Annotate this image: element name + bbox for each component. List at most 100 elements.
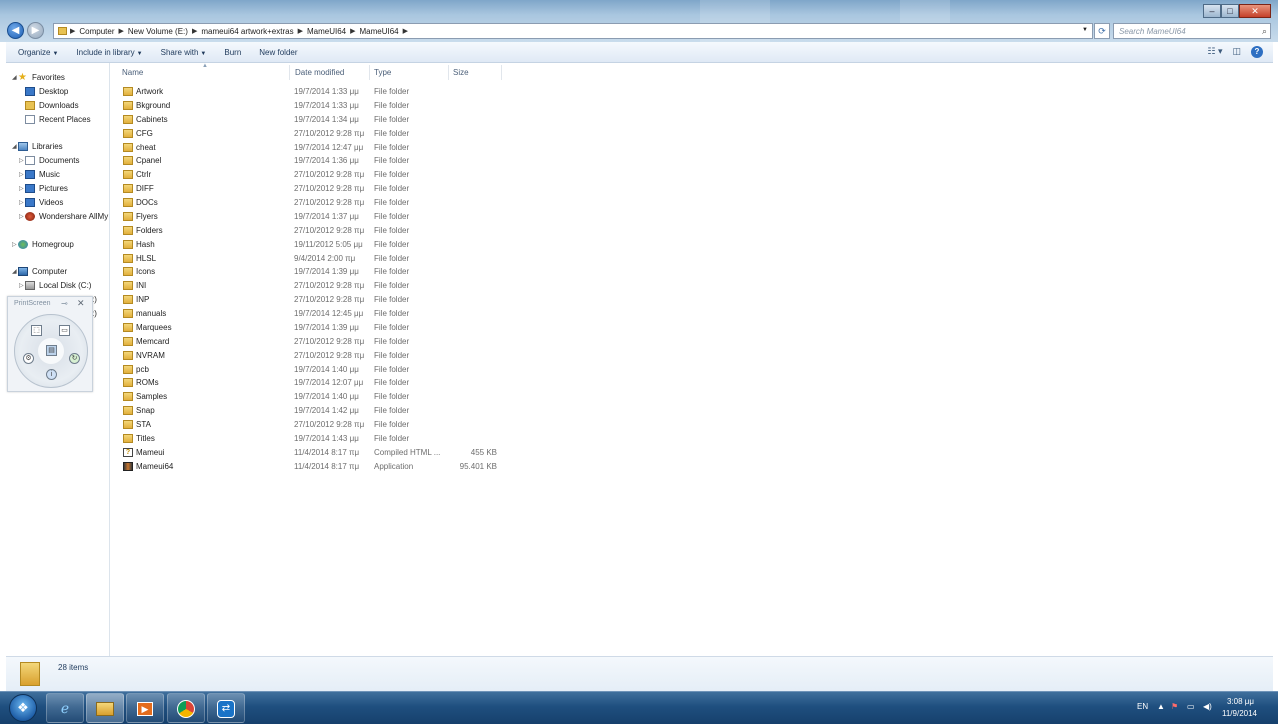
file-row[interactable]: Cabinets 19/7/2014 1:34 μμ File folder <box>119 114 509 126</box>
file-list[interactable]: ▲ Name Date modified Type Size Artwork 19… <box>111 63 1273 656</box>
column-header-type[interactable]: Type <box>374 68 391 77</box>
network-icon[interactable]: ▭ <box>1187 702 1195 711</box>
file-row[interactable]: HLSL 9/4/2014 2:00 πμ File folder <box>119 253 509 265</box>
language-indicator[interactable]: EN <box>1137 702 1148 711</box>
breadcrumb-separator-icon[interactable]: ▶ <box>192 27 197 35</box>
column-divider[interactable] <box>448 65 449 80</box>
collapse-arrow-icon[interactable]: ▷ <box>19 157 24 164</box>
preview-pane-icon[interactable]: ◫ <box>1232 46 1241 58</box>
nav-wondershare[interactable]: Wondershare AllMy <box>25 210 109 222</box>
file-row[interactable]: manuals 19/7/2014 12:45 μμ File folder <box>119 308 509 320</box>
new-folder-button[interactable]: New folder <box>259 48 297 57</box>
clock-time[interactable]: 3:08 μμ <box>1227 697 1254 706</box>
taskbar-media-player[interactable]: ▶ <box>126 693 164 723</box>
file-row[interactable]: ? Mameui 11/4/2014 8:17 πμ Compiled HTML ..… <box>119 447 509 459</box>
file-row[interactable]: NVRAM 27/10/2012 9:28 πμ File folder <box>119 350 509 362</box>
nav-documents[interactable]: Documents <box>25 154 125 166</box>
breadcrumb-computer[interactable]: Computer <box>79 27 114 36</box>
file-row[interactable]: Hash 19/11/2012 5:05 μμ File folder <box>119 239 509 251</box>
nav-drive-partial[interactable]: :) <box>92 307 104 319</box>
file-row[interactable]: Marquees 19/7/2014 1:39 μμ File folder <box>119 322 509 334</box>
clock-date[interactable]: 11/9/2014 <box>1222 709 1257 718</box>
expand-arrow-icon[interactable]: ◢ <box>12 268 17 275</box>
breadcrumb-new-volume[interactable]: New Volume (E:) <box>128 27 188 36</box>
close-button[interactable]: ✕ <box>1239 4 1271 18</box>
taskbar-internet-explorer[interactable]: ℯ <box>46 693 84 723</box>
include-in-library-button[interactable]: Include in library ▼ <box>76 48 142 57</box>
file-row[interactable]: Cpanel 19/7/2014 1:36 μμ File folder <box>119 155 509 167</box>
window-capture-icon[interactable]: ▭ <box>59 325 70 336</box>
file-row[interactable]: Icons 19/7/2014 1:39 μμ File folder <box>119 266 509 278</box>
nav-desktop[interactable]: Desktop <box>25 85 125 97</box>
column-header-date-modified[interactable]: Date modified <box>295 68 344 77</box>
file-row[interactable]: pcb 19/7/2014 1:40 μμ File folder <box>119 364 509 376</box>
region-capture-icon[interactable]: ⬚ <box>31 325 42 336</box>
breadcrumb-separator-icon[interactable]: ▶ <box>350 27 355 35</box>
file-row[interactable]: Snap 19/7/2014 1:42 μμ File folder <box>119 405 509 417</box>
organize-button[interactable]: Organize ▼ <box>18 48 58 57</box>
show-hidden-icons-icon[interactable]: ▲ <box>1157 702 1165 711</box>
collapse-arrow-icon[interactable]: ▷ <box>19 199 24 206</box>
address-dropdown-icon[interactable]: ▼ <box>1082 27 1088 33</box>
file-row[interactable]: ROMs 19/7/2014 12:07 μμ File folder <box>119 377 509 389</box>
breadcrumb-separator-icon[interactable]: ▶ <box>70 27 75 35</box>
file-row[interactable]: Memcard 27/10/2012 9:28 πμ File folder <box>119 336 509 348</box>
nav-videos[interactable]: Videos <box>25 196 125 208</box>
nav-recent-places[interactable]: Recent Places <box>25 113 125 125</box>
collapse-arrow-icon[interactable]: ▷ <box>19 282 24 289</box>
forward-button[interactable]: ▶ <box>27 22 44 39</box>
nav-local-disk[interactable]: Local Disk (C:) <box>25 279 125 291</box>
settings-icon[interactable]: ⚙ <box>23 353 34 364</box>
address-bar[interactable]: ▶ Computer ▶ New Volume (E:) ▶ mameui64 … <box>53 23 1093 39</box>
fullscreen-capture-icon[interactable]: ▤ <box>46 345 57 356</box>
minimize-button[interactable]: – <box>1203 4 1221 18</box>
nav-pictures[interactable]: Pictures <box>25 182 125 194</box>
share-with-button[interactable]: Share with ▼ <box>161 48 207 57</box>
file-row[interactable]: cheat 19/7/2014 12:47 μμ File folder <box>119 142 509 154</box>
breadcrumb-separator-icon[interactable]: ▶ <box>403 27 408 35</box>
collapse-arrow-icon[interactable]: ▷ <box>19 171 24 178</box>
file-row[interactable]: Titles 19/7/2014 1:43 μμ File folder <box>119 433 509 445</box>
file-row[interactable]: Flyers 19/7/2014 1:37 μμ File folder <box>119 211 509 223</box>
nav-homegroup[interactable]: Homegroup <box>18 238 118 250</box>
collapse-arrow-icon[interactable]: ▷ <box>19 185 24 192</box>
printscreen-widget[interactable]: PrintScreen ⊸ ✕ ⬚ ▭ ▤ ⚙ ↻ i <box>7 296 93 392</box>
help-icon[interactable]: ? <box>1251 46 1263 58</box>
breadcrumb-mameui64-artwork[interactable]: mameui64 artwork+extras <box>201 27 293 36</box>
column-header-name[interactable]: Name <box>122 68 143 77</box>
refresh-button[interactable]: ⟳ <box>1094 23 1110 39</box>
action-center-flag-icon[interactable]: ⚑ <box>1171 702 1178 711</box>
change-view-icon[interactable]: ☷ ▾ <box>1207 46 1222 58</box>
search-input[interactable]: Search MameUI64 ⌕ <box>1113 23 1271 39</box>
expand-arrow-icon[interactable]: ◢ <box>12 143 17 150</box>
breadcrumb-separator-icon[interactable]: ▶ <box>119 27 124 35</box>
breadcrumb-separator-icon[interactable]: ▶ <box>298 27 303 35</box>
column-header-size[interactable]: Size <box>453 68 469 77</box>
column-divider[interactable] <box>369 65 370 80</box>
file-row[interactable]: DOCs 27/10/2012 9:28 πμ File folder <box>119 197 509 209</box>
search-icon[interactable]: ⌕ <box>1262 26 1267 37</box>
taskbar-chrome[interactable] <box>167 693 205 723</box>
burn-button[interactable]: Burn <box>224 48 241 57</box>
back-button[interactable]: ◀ <box>7 22 24 39</box>
column-divider[interactable] <box>501 65 502 80</box>
file-row[interactable]: Bkground 19/7/2014 1:33 μμ File folder <box>119 100 509 112</box>
file-row[interactable]: CFG 27/10/2012 9:28 πμ File folder <box>119 128 509 140</box>
close-icon[interactable]: ✕ <box>77 298 85 309</box>
file-row[interactable]: DIFF 27/10/2012 9:28 πμ File folder <box>119 183 509 195</box>
nav-music[interactable]: Music <box>25 168 125 180</box>
taskbar-windows-explorer[interactable] <box>86 693 124 723</box>
breadcrumb-mameui64-current[interactable]: MameUI64 <box>360 27 399 36</box>
file-row[interactable]: Folders 27/10/2012 9:28 πμ File folder <box>119 225 509 237</box>
maximize-button[interactable]: □ <box>1221 4 1239 18</box>
file-row[interactable]: INP 27/10/2012 9:28 πμ File folder <box>119 294 509 306</box>
nav-favorites[interactable]: ★ Favorites <box>18 71 118 83</box>
breadcrumb-mameui64-parent[interactable]: MameUI64 <box>307 27 346 36</box>
nav-libraries[interactable]: Libraries <box>18 140 118 152</box>
taskbar-teamviewer[interactable]: ⇄ <box>207 693 245 723</box>
volume-icon[interactable]: ◀) <box>1203 702 1212 711</box>
collapse-arrow-icon[interactable]: ▷ <box>12 241 17 248</box>
nav-downloads[interactable]: Downloads <box>25 99 125 111</box>
history-icon[interactable]: ↻ <box>69 353 80 364</box>
nav-computer[interactable]: Computer <box>18 265 118 277</box>
